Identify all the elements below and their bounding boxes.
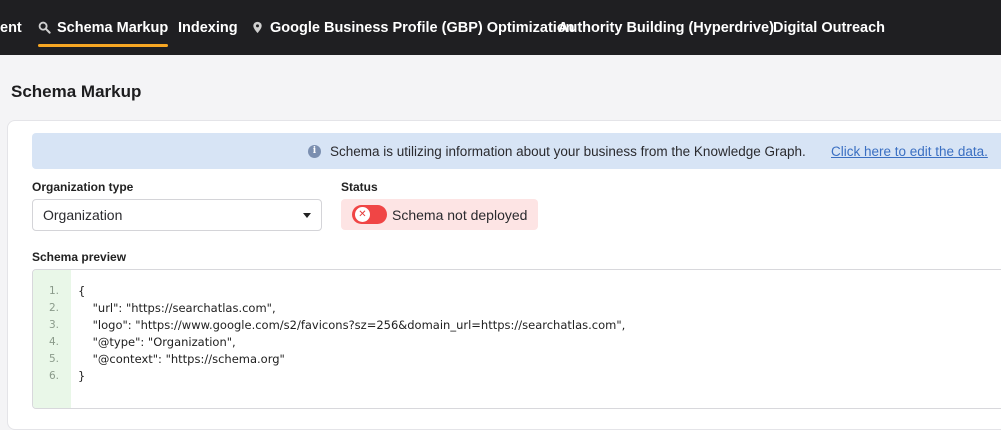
organization-type-label: Organization type	[32, 180, 134, 194]
schema-preview-editor[interactable]: 1. 2. 3. 4. 5. 6. { "url": "https://sear…	[32, 269, 1001, 409]
nav-item-label: Indexing	[178, 19, 238, 36]
code-line: "@type": "Organization",	[78, 335, 236, 349]
top-nav: ent Schema Markup Indexing Google Busine…	[0, 0, 1001, 55]
line-number: 5.	[49, 353, 60, 365]
nav-item-label: Authority Building (Hyperdrive)	[558, 19, 774, 36]
code-line: "logo": "https://www.google.com/s2/favic…	[78, 318, 626, 332]
nav-item-label: Digital Outreach	[773, 19, 885, 36]
nav-item-gbp-optimization[interactable]: Google Business Profile (GBP) Optimizati…	[251, 0, 575, 55]
organization-type-value: Organization	[43, 207, 123, 223]
status-label: Status	[341, 180, 378, 194]
line-number: 6.	[49, 370, 60, 382]
code-line: {	[78, 284, 86, 298]
nav-item-label: ent	[0, 19, 22, 36]
nav-item-indexing[interactable]: Indexing	[178, 0, 238, 55]
location-pin-icon	[251, 21, 264, 34]
code-line: "@context": "https://schema.org"	[78, 352, 285, 366]
line-number: 2.	[49, 302, 60, 314]
line-number: 4.	[49, 336, 60, 348]
schema-preview-label: Schema preview	[32, 250, 127, 264]
search-icon	[38, 21, 51, 34]
info-icon: i	[308, 145, 321, 158]
edit-data-link[interactable]: Click here to edit the data.	[831, 144, 988, 159]
nav-item-digital-outreach[interactable]: Digital Outreach	[773, 0, 885, 55]
nav-item-authority-building[interactable]: Authority Building (Hyperdrive)	[558, 0, 774, 55]
organization-type-select[interactable]: Organization	[32, 199, 322, 231]
nav-item-content[interactable]: ent	[0, 0, 22, 55]
nav-item-label: Google Business Profile (GBP) Optimizati…	[270, 19, 575, 36]
page-title: Schema Markup	[11, 82, 142, 101]
deploy-toggle[interactable]: ✕	[352, 205, 387, 224]
nav-item-label: Schema Markup	[57, 19, 169, 36]
caret-down-icon	[303, 213, 311, 218]
line-number: 1.	[49, 285, 60, 297]
nav-item-schema-markup[interactable]: Schema Markup	[38, 0, 169, 55]
info-banner-text: Schema is utilizing information about yo…	[330, 144, 806, 159]
status-text: Schema not deployed	[392, 207, 528, 223]
code-line: }	[78, 369, 86, 383]
close-icon: ✕	[355, 207, 370, 222]
line-number: 3.	[49, 319, 60, 331]
code-line: "url": "https://searchatlas.com",	[78, 301, 276, 315]
